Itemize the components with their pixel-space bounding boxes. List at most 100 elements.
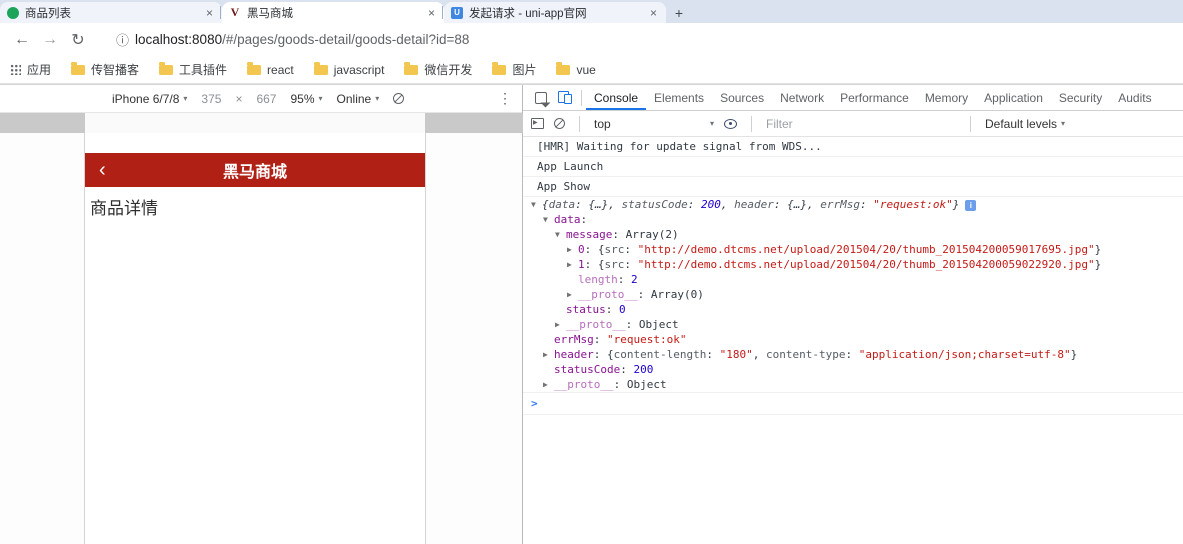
expander-icon[interactable]: ▼ (531, 197, 542, 212)
viewport-height-field[interactable]: 667 (256, 92, 276, 106)
console-sidebar-toggle-icon[interactable] (531, 118, 544, 129)
chevron-down-icon: ▾ (375, 94, 380, 103)
expander-icon[interactable]: ▶ (555, 317, 566, 332)
folder-icon (247, 61, 262, 75)
log-segment: : (624, 243, 638, 256)
toggle-device-toolbar-icon[interactable] (553, 85, 577, 110)
reload-icon[interactable]: ↻ (64, 30, 92, 50)
tab-performance[interactable]: Performance (832, 85, 917, 110)
url-text[interactable]: localhost:8080/#/pages/goods-detail/good… (135, 32, 469, 47)
more-options-icon[interactable]: ⋮ (498, 90, 512, 107)
log-segment: : (637, 288, 651, 301)
no-throttling-icon[interactable] (393, 93, 405, 104)
tab-memory[interactable]: Memory (917, 85, 976, 110)
expander-icon[interactable]: ▶ (567, 257, 578, 272)
context-value: top (594, 116, 611, 131)
zoom-select[interactable]: 95% ▾ (290, 92, 322, 106)
folder-icon (159, 61, 174, 75)
close-icon[interactable]: × (426, 7, 437, 19)
log-text: [HMR] Waiting for update signal from WDS… (537, 140, 822, 153)
bookmark-folder[interactable]: react (247, 61, 294, 77)
execution-context-select[interactable]: top ▾ (594, 117, 714, 131)
browser-tab-uniapp-docs[interactable]: U 发起请求 - uni-app官网 × (442, 2, 666, 23)
page-info-icon[interactable]: ⓘ (116, 30, 129, 49)
expander-icon[interactable]: ▶ (543, 347, 554, 362)
tab-favicon: U (451, 6, 463, 19)
tab-console[interactable]: Console (586, 85, 647, 110)
forward-icon[interactable]: → (36, 31, 64, 49)
console-log-row: statusCode: 200 (523, 362, 1183, 377)
log-segment: : (859, 198, 874, 211)
folder-icon (404, 61, 419, 75)
expander-icon[interactable]: ▶ (567, 287, 578, 302)
device-stage: ‹ 黑马商城 商品详情 (0, 133, 522, 544)
console-prompt-chevron[interactable]: > (531, 397, 538, 410)
bookmark-folder[interactable]: 图片 (492, 61, 536, 78)
log-segment: {…} (787, 198, 807, 211)
console-filter-input[interactable] (766, 116, 956, 131)
console-log-row: ▼ message: Array(2) (523, 227, 1183, 242)
log-segment: : (845, 348, 859, 361)
expander-icon[interactable]: ▼ (555, 227, 566, 242)
log-segment: Object (638, 318, 679, 331)
bookmark-label: 图片 (512, 63, 537, 77)
inspect-element-glyph (535, 91, 547, 104)
clear-console-icon[interactable] (554, 118, 565, 129)
log-levels-select[interactable]: Default levels ▾ (985, 117, 1065, 131)
url-path: /#/pages/goods-detail/goods-detail?id=88 (222, 32, 470, 47)
device-select[interactable]: iPhone 6/7/8 ▾ (112, 92, 187, 106)
expander-icon[interactable]: ▼ (543, 212, 554, 227)
back-icon[interactable]: ← (8, 31, 36, 49)
tab-favicon (7, 6, 19, 19)
folder-icon (71, 61, 86, 75)
resize-handle-left[interactable] (0, 113, 85, 133)
back-chevron-icon[interactable]: ‹ (99, 160, 106, 180)
close-icon[interactable]: × (648, 7, 659, 19)
new-tab-button[interactable]: + (666, 2, 692, 23)
resize-handle-right[interactable] (425, 113, 523, 133)
tab-network[interactable]: Network (772, 85, 832, 110)
expander-icon[interactable]: ▶ (567, 242, 578, 257)
close-icon[interactable]: × (204, 7, 215, 19)
info-icon[interactable]: i (965, 200, 977, 211)
log-segment: __proto__ (578, 288, 638, 301)
log-segment: 1 (578, 258, 585, 271)
console-prompt: > (523, 393, 1183, 415)
log-segment: } (952, 198, 960, 211)
browser-tab-goods-list[interactable]: 商品列表 × (0, 2, 222, 23)
tab-sources[interactable]: Sources (712, 85, 772, 110)
bookmark-folder[interactable]: 传智播客 (71, 61, 139, 78)
viewport-width-field[interactable]: 375 (201, 92, 221, 106)
log-segment: : (575, 198, 589, 211)
bookmark-label: 工具插件 (179, 63, 228, 77)
log-segment: : { (584, 258, 605, 271)
status-bar-space (85, 133, 425, 153)
live-expression-eye-icon[interactable] (724, 118, 737, 129)
log-segment: : (620, 363, 634, 376)
tab-elements[interactable]: Elements (646, 85, 712, 110)
address-bar: ← → ↻ ⓘ localhost:8080/#/pages/goods-det… (0, 23, 1183, 56)
app-header: ‹ 黑马商城 (85, 153, 425, 187)
browser-window: 商品列表 × V 黑马商城 × U 发起请求 - uni-app官网 × + ←… (0, 0, 1183, 544)
log-segment: data (554, 213, 581, 226)
bookmark-folder[interactable]: 微信开发 (404, 61, 472, 78)
bookmark-folder[interactable]: 工具插件 (159, 61, 227, 78)
folder-icon (492, 61, 507, 75)
log-segment: header (554, 348, 594, 361)
browser-tab-heima-mall[interactable]: V 黑马商城 × (220, 2, 444, 23)
throttling-select[interactable]: Online ▾ (337, 92, 380, 106)
log-segment: 2 (631, 273, 638, 286)
log-segment: } (1094, 258, 1102, 271)
inspect-element-icon[interactable] (529, 85, 553, 110)
tab-audits[interactable]: Audits (1110, 85, 1159, 110)
bookmark-folder[interactable]: javascript (313, 61, 384, 77)
folder-icon (556, 61, 571, 75)
expander-icon[interactable]: ▶ (543, 377, 554, 392)
tab-application[interactable]: Application (976, 85, 1051, 110)
bookmark-folder[interactable]: vue (556, 61, 596, 77)
bookmark-apps[interactable]: 应用 (10, 61, 51, 78)
log-segment: : { (593, 348, 614, 361)
tab-security[interactable]: Security (1051, 85, 1110, 110)
tab-title: 发起请求 - uni-app官网 (469, 7, 587, 20)
device-select-value: iPhone 6/7/8 (112, 91, 180, 106)
